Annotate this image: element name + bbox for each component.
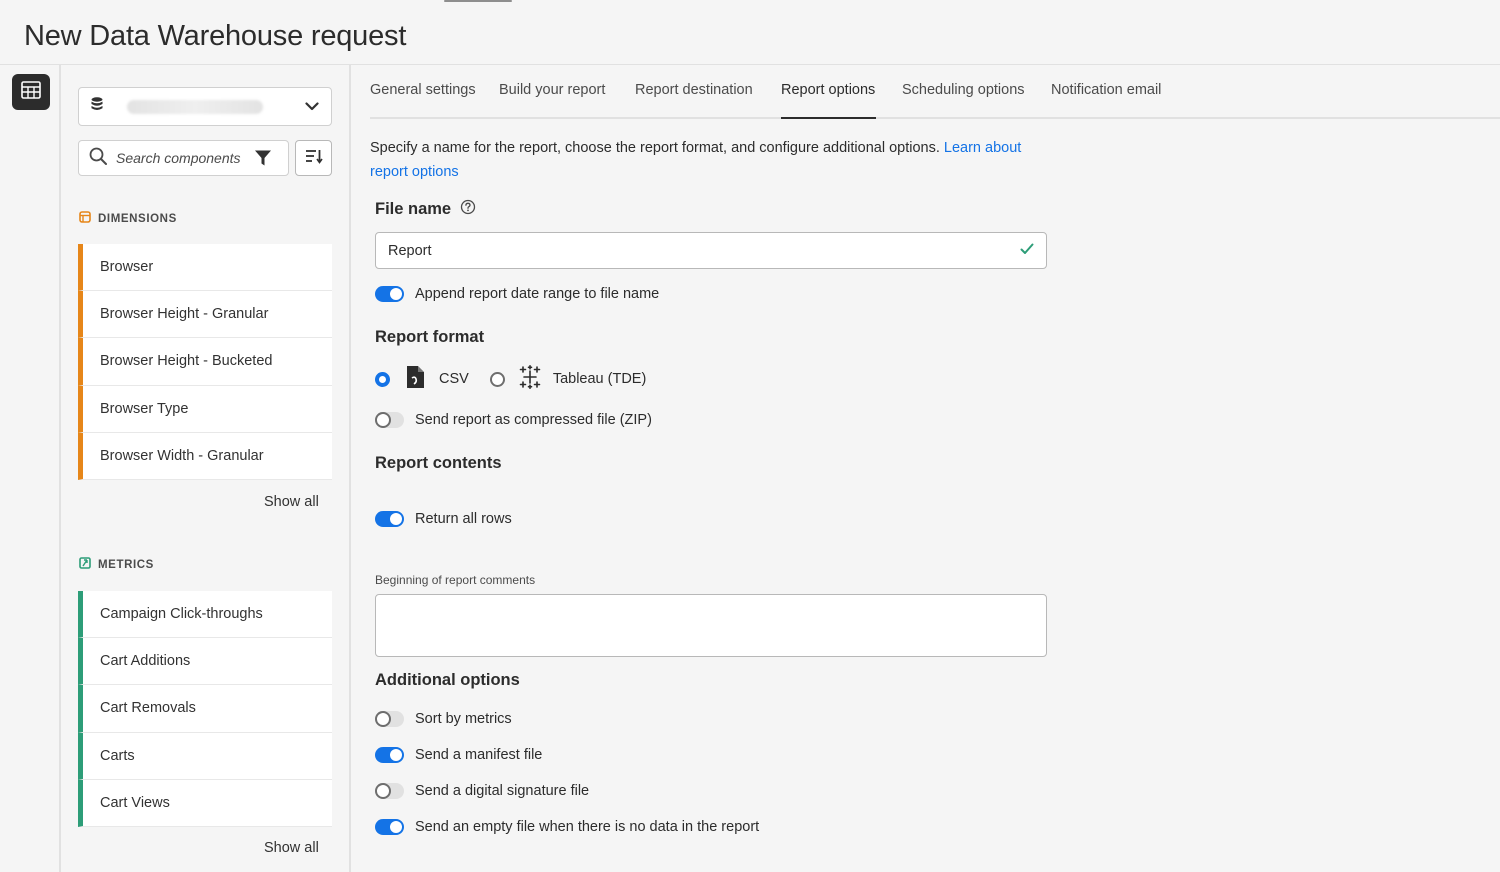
dimensions-show-all-link[interactable]: Show all <box>264 494 319 510</box>
tableau-logo-icon <box>518 365 542 393</box>
report-suite-name-redacted <box>127 99 263 114</box>
page-title: New Data Warehouse request <box>24 20 407 52</box>
metrics-show-all-link[interactable]: Show all <box>264 840 319 856</box>
digital-signature-toggle[interactable]: Send a digital signature file <box>375 783 589 799</box>
dimension-item[interactable]: Browser Height - Granular <box>78 291 332 339</box>
search-icon <box>89 147 107 170</box>
metric-item[interactable]: Cart Additions <box>78 638 332 686</box>
toggle-label: Sort by metrics <box>415 711 512 727</box>
dimension-icon <box>79 211 91 226</box>
report-comments-label: Beginning of report comments <box>375 573 536 587</box>
toggle-label: Send report as compressed file (ZIP) <box>415 412 652 428</box>
dimensions-list: Browser Browser Height - Granular Browse… <box>78 244 332 480</box>
report-comments-textarea[interactable] <box>375 594 1047 657</box>
report-format-radio-group: CSV Tableau (TDE) <box>375 365 646 393</box>
report-suite-select[interactable] <box>78 87 332 126</box>
toggle-label: Send an empty file when there is no data… <box>415 819 760 835</box>
rail-divider <box>59 65 61 872</box>
empty-file-toggle[interactable]: Send an empty file when there is no data… <box>375 819 759 835</box>
report-contents-heading: Report contents <box>375 454 502 472</box>
file-name-input[interactable] <box>388 242 1020 259</box>
return-all-rows-toggle[interactable]: Return all rows <box>375 511 512 527</box>
metric-item[interactable]: Cart Views <box>78 779 332 827</box>
file-name-field[interactable] <box>375 232 1047 269</box>
report-format-heading: Report format <box>375 328 485 346</box>
filter-icon[interactable] <box>254 149 272 167</box>
sort-button[interactable] <box>295 140 332 176</box>
components-panel-button[interactable] <box>12 74 50 110</box>
toggle-label: Send a manifest file <box>415 747 543 763</box>
metrics-section-label: METRICS <box>79 557 154 572</box>
csv-radio[interactable] <box>375 371 390 387</box>
search-input[interactable] <box>116 150 248 166</box>
toggle-switch[interactable] <box>375 412 404 428</box>
database-icon <box>91 97 103 116</box>
panel-divider <box>349 65 351 872</box>
sort-icon <box>305 148 323 169</box>
compressed-zip-toggle[interactable]: Send report as compressed file (ZIP) <box>375 412 652 428</box>
intro-text: Specify a name for the report, choose th… <box>370 137 1050 184</box>
metric-item[interactable]: Cart Removals <box>78 685 332 733</box>
tableau-label: Tableau (TDE) <box>552 371 647 387</box>
tab-notification-email[interactable]: Notification email <box>1051 82 1161 114</box>
tab-scheduling-options[interactable]: Scheduling options <box>902 82 1025 114</box>
toggle-switch[interactable] <box>375 511 404 527</box>
dimension-item[interactable]: Browser Width - Granular <box>78 432 332 480</box>
metrics-list: Campaign Click-throughs Cart Additions C… <box>78 591 332 827</box>
tab-general-settings[interactable]: General settings <box>370 82 476 114</box>
metric-item[interactable]: Carts <box>78 732 332 780</box>
toggle-switch[interactable] <box>375 819 404 835</box>
toggle-switch[interactable] <box>375 783 404 799</box>
toggle-switch[interactable] <box>375 286 404 302</box>
tableau-radio[interactable] <box>489 371 505 387</box>
tab-build-your-report[interactable]: Build your report <box>499 82 605 114</box>
checkmark-icon <box>1020 242 1034 260</box>
metric-item[interactable]: Campaign Click-throughs <box>78 591 332 639</box>
file-name-heading: File name <box>375 199 476 220</box>
tab-report-destination[interactable]: Report destination <box>635 82 753 114</box>
file-name-label: File name <box>375 200 452 218</box>
dimensions-section-label: DIMENSIONS <box>79 211 177 226</box>
toggle-switch[interactable] <box>375 711 404 727</box>
dimension-item[interactable]: Browser Type <box>78 385 332 433</box>
help-icon[interactable] <box>460 199 476 220</box>
chevron-down-icon <box>305 98 319 116</box>
sort-by-metrics-toggle[interactable]: Sort by metrics <box>375 711 512 727</box>
toggle-label: Append report date range to file name <box>415 286 660 302</box>
dimension-item[interactable]: Browser <box>78 244 332 292</box>
append-date-range-toggle[interactable]: Append report date range to file name <box>375 286 659 302</box>
active-tab-indicator <box>781 117 876 119</box>
csv-label: CSV <box>439 371 469 387</box>
tab-report-options[interactable]: Report options <box>781 82 875 114</box>
metric-icon <box>79 557 91 572</box>
dimension-item[interactable]: Browser Height - Bucketed <box>78 338 332 386</box>
toggle-switch[interactable] <box>375 747 404 763</box>
intro-description: Specify a name for the report, choose th… <box>370 140 944 156</box>
table-panel-icon <box>21 80 41 104</box>
toggle-label: Return all rows <box>415 511 512 527</box>
tabs-divider <box>370 117 1500 119</box>
top-scroll-indicator <box>444 0 512 2</box>
search-components-field[interactable] <box>78 140 289 176</box>
manifest-file-toggle[interactable]: Send a manifest file <box>375 747 542 763</box>
dimensions-label: DIMENSIONS <box>98 212 177 225</box>
additional-options-heading: Additional options <box>375 671 520 689</box>
toggle-label: Send a digital signature file <box>415 783 590 799</box>
metrics-label: METRICS <box>98 558 154 571</box>
tab-bar: General settings Build your report Repor… <box>351 65 1500 119</box>
csv-file-icon <box>406 365 425 393</box>
